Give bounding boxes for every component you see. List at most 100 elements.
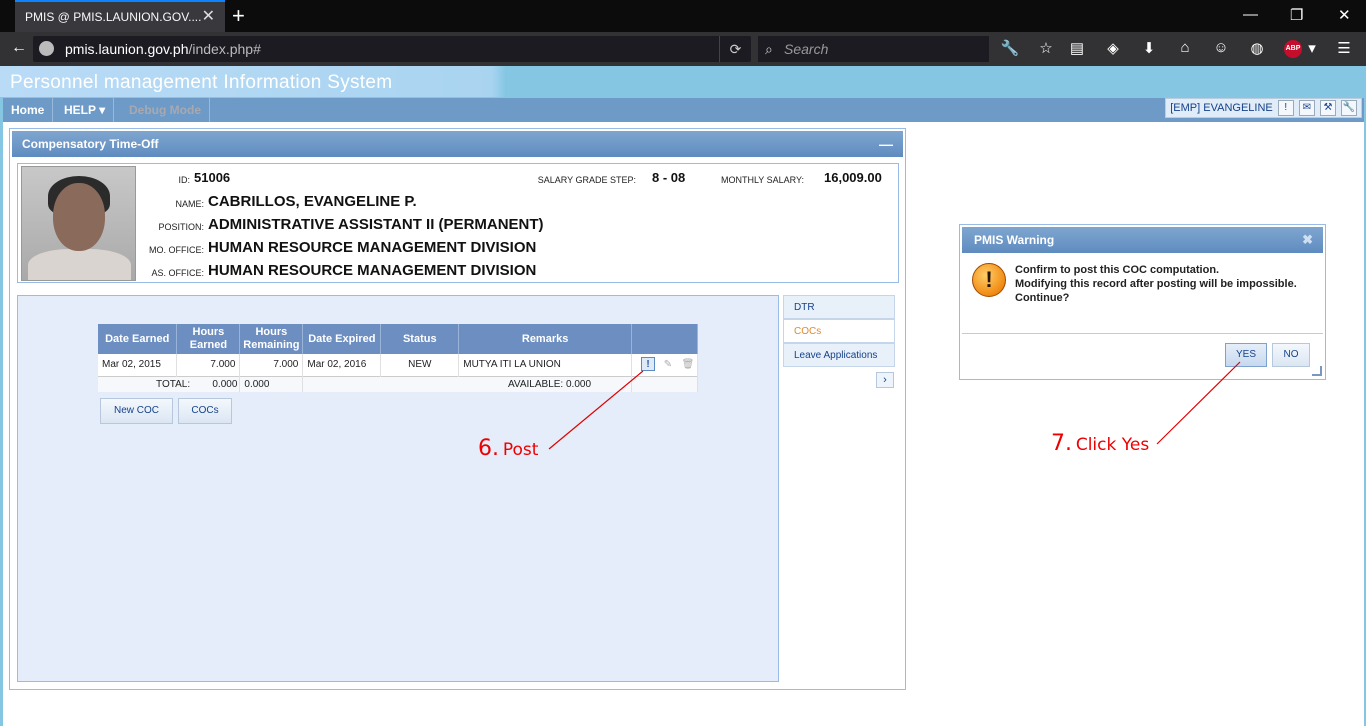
salary-grade-step-label: SALARY GRADE STEP: [537,175,636,185]
menu-debug-mode[interactable]: Debug Mode [121,98,210,122]
browser-navbar: ← pmis.launion.gov.ph/index.php# ⟳ ⌕ Sea… [0,32,1366,66]
wrench-icon[interactable]: 🔧 [1000,39,1020,59]
user-label[interactable]: [EMP] EVANGELINE [1170,102,1273,114]
cell-hours-earned: 7.000 [176,354,241,376]
dialog-message: Confirm to post this COC computation. Mo… [1015,263,1320,305]
url-bar[interactable]: pmis.launion.gov.ph/index.php# ⟳ [33,36,751,62]
col-date-earned[interactable]: Date Earned [98,324,178,354]
annotation-step-6-text: Post [502,440,539,460]
total-remaining: 0.000 [239,375,304,392]
employee-name: CABRILLOS, EVANGELINE P. [208,193,417,210]
download-icon[interactable]: ⬇ [1139,39,1159,59]
cell-status: NEW [380,354,460,376]
annotation-step-6-number: 6. [478,436,499,461]
cell-hours-remaining: 7.000 [239,354,304,376]
minimize-icon[interactable]: — [1243,6,1258,23]
employee-photo [21,166,136,281]
app-window: Personnel management Information System … [0,66,1366,726]
chevron-down-icon[interactable]: ▾ [1302,39,1322,59]
url-host: pmis.launion.gov.ph [65,41,189,57]
no-button[interactable]: NO [1272,343,1310,367]
adblock-icon[interactable]: ABP [1284,40,1302,58]
employee-id: 51006 [194,170,231,185]
back-icon[interactable]: ← [8,39,30,59]
annotation-step-7-number: 7. [1051,431,1072,456]
tab-cocs[interactable]: COCs [783,319,895,343]
menu-help[interactable]: HELP ▾ [56,98,115,122]
pocket-icon[interactable]: ◈ [1103,39,1123,59]
menu-home[interactable]: Home [3,98,54,122]
resize-grip-icon[interactable] [1312,366,1322,376]
search-input[interactable]: ⌕ Search [758,36,989,62]
hamburger-menu-icon[interactable]: ☰ [1334,39,1354,59]
position-label: POSITION: [158,222,204,232]
dialog-divider [962,333,1323,334]
annotation-step-7-text: Click Yes [1075,435,1150,455]
yes-button[interactable]: YES [1225,343,1267,367]
col-date-expired[interactable]: Date Expired [302,324,382,354]
dialog-message-line2: Modifying this record after posting will… [1015,278,1297,290]
annotation-step-6: 6. Post [478,436,538,461]
coc-work-panel: Date Earned Hours Earned Hours Remaining… [17,295,779,682]
cocs-button[interactable]: COCs [178,398,232,424]
total-label-text: TOTAL: [156,378,191,390]
close-window-icon[interactable]: ✕ [1338,6,1351,24]
edit-icon[interactable]: ✎ [661,358,675,372]
totals-row: TOTAL: 0.000 0.000 AVAILABLE: 0.000 [98,375,698,392]
wrench-settings-icon[interactable]: 🔧 [1341,100,1357,117]
alert-icon[interactable]: ! [1277,100,1294,117]
tools-icon[interactable]: ⚒ [1319,100,1336,117]
panel-title: Compensatory Time-Off [22,137,159,151]
reload-icon[interactable]: ⟳ [719,36,751,62]
salary-grade-step: 8 - 08 [652,170,686,185]
search-placeholder: Search [784,41,829,57]
delete-icon[interactable]: 🗑 [681,358,695,372]
dialog-title: PMIS Warning [974,233,1055,247]
chevron-right-icon[interactable]: › [876,372,894,388]
app-title: Personnel management Information System [10,72,393,93]
close-tab-icon[interactable]: ✕ [202,2,215,32]
browser-tab[interactable]: PMIS @ PMIS.LAUNION.GOV.... ✕ [15,0,225,32]
menu-bar: Home HELP ▾ Debug Mode [3,98,1364,122]
bookmark-star-icon[interactable]: ☆ [1036,39,1056,59]
table-row[interactable]: Mar 02, 2015 7.000 7.000 Mar 02, 2016 NE… [98,354,698,376]
collapse-icon[interactable]: — [879,131,893,157]
dialog-message-line3: Continue? [1015,292,1070,304]
tab-leave-applications[interactable]: Leave Applications [783,343,895,367]
restore-icon[interactable]: ❐ [1290,6,1303,24]
as-office-label: AS. OFFICE: [151,268,204,278]
browser-tabbar: PMIS @ PMIS.LAUNION.GOV.... ✕ + — ❐ ✕ [0,0,1366,32]
dialog-message-line1: Confirm to post this COC computation. [1015,264,1220,276]
smiley-icon[interactable]: ☺ [1211,39,1231,59]
table-header-row: Date Earned Hours Earned Hours Remaining… [98,324,698,354]
warning-icon: ! [972,263,1006,297]
pmis-warning-dialog: PMIS Warning ✖ ! Confirm to post this CO… [959,224,1326,380]
cell-remarks: MUTYA ITI LA UNION [458,354,633,376]
tab-dtr[interactable]: DTR [783,295,895,319]
home-icon[interactable]: ⌂ [1175,39,1195,59]
new-coc-button[interactable]: New COC [100,398,173,424]
globe-addon-icon[interactable]: ◍ [1247,39,1267,59]
col-hours-remaining[interactable]: Hours Remaining [239,324,304,354]
employee-info: ID: 51006 NAME: CABRILLOS, EVANGELINE P.… [17,163,899,283]
total-earned: 0.000 [212,378,238,390]
cell-actions: ! ✎ 🗑 [631,354,698,376]
mail-icon[interactable]: ✉ [1298,100,1315,117]
col-actions [631,324,698,354]
col-status[interactable]: Status [380,324,460,354]
globe-icon [39,41,54,56]
as-office: HUMAN RESOURCE MANAGEMENT DIVISION [208,262,537,279]
cell-date-expired: Mar 02, 2016 [302,354,382,376]
search-icon: ⌕ [765,41,773,57]
close-icon[interactable]: ✖ [1302,227,1313,253]
new-tab-icon[interactable]: + [232,3,245,29]
content-area: Compensatory Time-Off — ID: 51006 NAME: … [3,122,1364,726]
col-hours-earned[interactable]: Hours Earned [176,324,241,354]
reader-list-icon[interactable]: ▤ [1067,39,1087,59]
employee-position: ADMINISTRATIVE ASSISTANT II (PERMANENT) [208,216,544,233]
mo-office: HUMAN RESOURCE MANAGEMENT DIVISION [208,239,537,256]
post-icon[interactable]: ! [641,357,655,372]
col-remarks[interactable]: Remarks [458,324,633,354]
monthly-salary-label: MONTHLY SALARY: [720,175,804,185]
total-available: AVAILABLE: 0.000 [302,375,633,392]
